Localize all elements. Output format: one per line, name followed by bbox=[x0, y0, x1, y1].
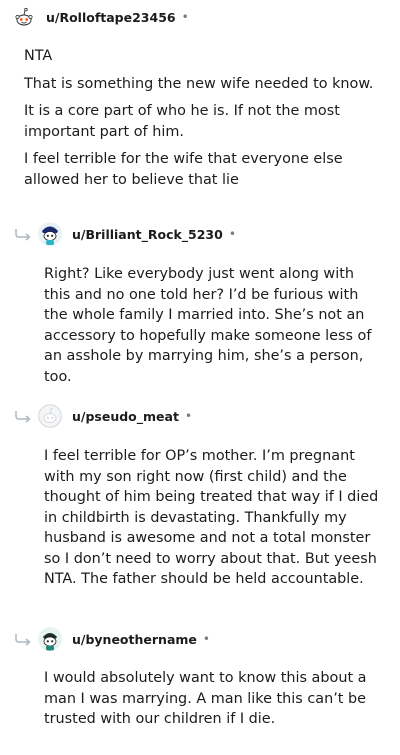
reply-arrow-icon bbox=[15, 634, 31, 646]
separator-dot: • bbox=[184, 409, 193, 423]
comment-paragraph: I feel terrible for the wife that everyo… bbox=[24, 151, 343, 188]
snoo-avatar-icon[interactable] bbox=[38, 627, 62, 651]
comment-header: u/pseudo_meat • bbox=[38, 404, 192, 428]
separator-dot: • bbox=[228, 227, 236, 241]
username[interactable]: u/pseudo_meat bbox=[72, 409, 179, 424]
comment-body: Right? Like everybody just went along wi… bbox=[44, 264, 384, 394]
reddit-snoo-icon[interactable] bbox=[12, 5, 36, 29]
comment-body: NTA That is something the new wife neede… bbox=[24, 46, 384, 197]
comment-paragraph: I would absolutely want to know this abo… bbox=[44, 670, 367, 727]
comment-paragraph: That is something the new wife needed to… bbox=[24, 75, 374, 92]
comment-header: u/byneothername • bbox=[38, 627, 210, 651]
separator-dot: • bbox=[181, 10, 189, 24]
comment-header: u/Rolloftape23456 • bbox=[12, 5, 189, 29]
comment-body: I feel terrible for OP’s mother. I’m pre… bbox=[44, 446, 384, 597]
username[interactable]: u/byneothername bbox=[72, 632, 197, 647]
username[interactable]: u/Rolloftape23456 bbox=[46, 10, 176, 25]
separator-dot: • bbox=[202, 632, 210, 646]
reply-arrow-icon bbox=[15, 411, 31, 423]
comment-header: u/Brilliant_Rock_5230 • bbox=[38, 222, 236, 246]
comment-paragraph: It is a core part of who he is. If not t… bbox=[24, 103, 340, 140]
comment-paragraph: I feel terrible for OP’s mother. I’m pre… bbox=[44, 448, 379, 587]
comment-body: I would absolutely want to know this abo… bbox=[44, 668, 384, 737]
reply-arrow-icon bbox=[15, 229, 31, 241]
default-avatar-icon[interactable] bbox=[38, 404, 62, 428]
snoo-avatar-icon[interactable] bbox=[38, 222, 62, 246]
comment-paragraph: NTA bbox=[24, 48, 53, 64]
username[interactable]: u/Brilliant_Rock_5230 bbox=[72, 227, 223, 242]
comment-paragraph: Right? Like everybody just went along wi… bbox=[44, 266, 372, 385]
